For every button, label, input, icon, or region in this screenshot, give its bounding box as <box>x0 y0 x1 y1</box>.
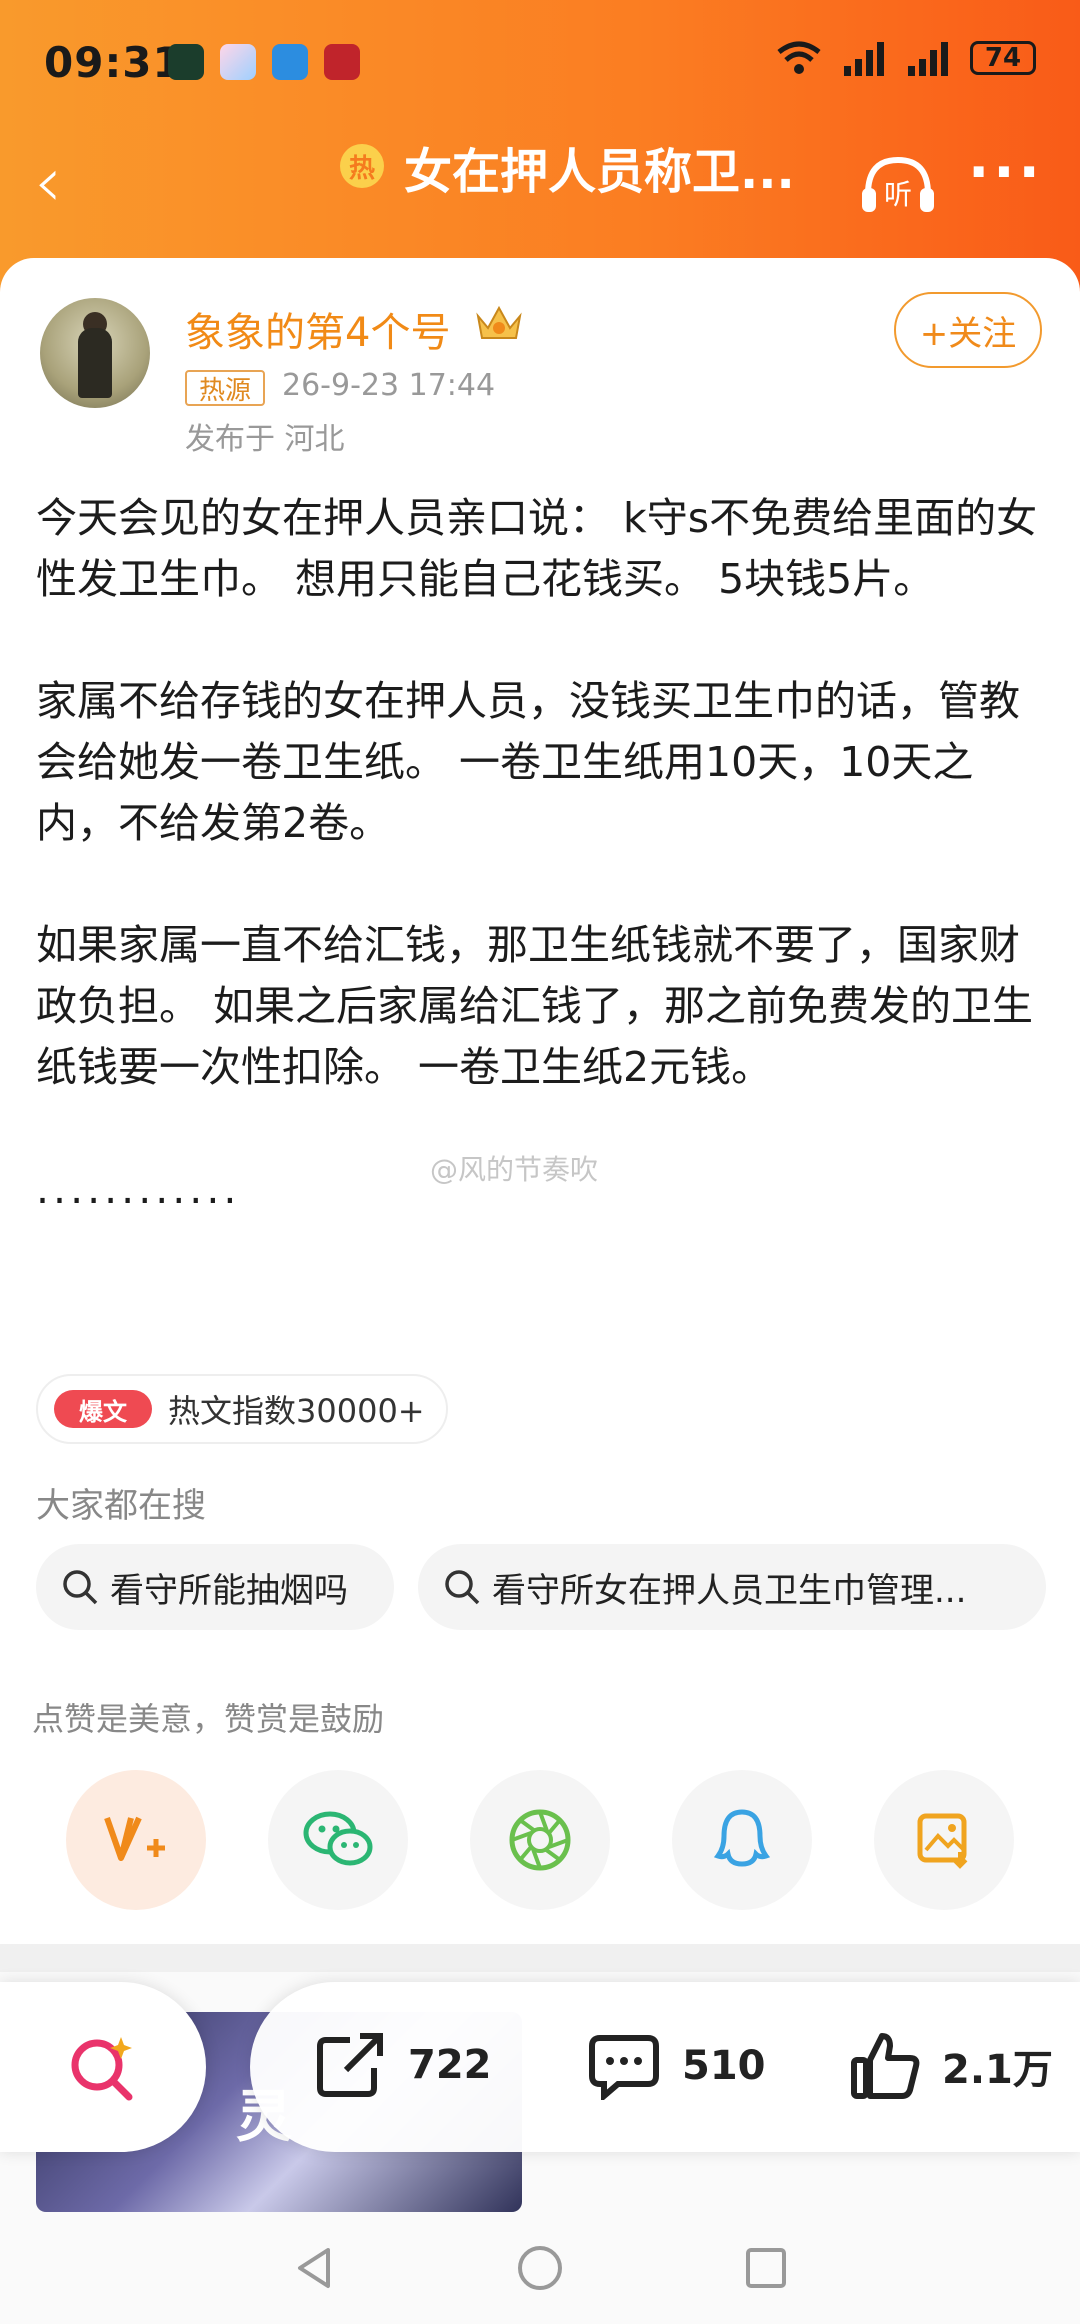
search-icon <box>445 1570 480 1605</box>
status-icons: 74 <box>774 38 1036 78</box>
ai-search-button[interactable] <box>0 1982 206 2152</box>
app-notification-icon <box>324 44 360 80</box>
search-chip-label: 看守所能抽烟吗 <box>110 1570 348 1611</box>
nav-back-icon[interactable] <box>290 2244 338 2292</box>
system-nav-bar <box>0 2212 1080 2324</box>
wechat-share-button[interactable] <box>268 1770 408 1910</box>
listen-label: 听 <box>884 178 912 211</box>
app-notification-icon <box>220 44 256 80</box>
moments-share-button[interactable] <box>470 1770 610 1910</box>
save-image-button[interactable] <box>874 1770 1014 1910</box>
page-title: 女在押人员称卫... <box>404 144 795 200</box>
comment-button[interactable]: 510 <box>588 2032 766 2100</box>
tip-button[interactable] <box>66 1770 206 1910</box>
signal-icon <box>908 42 948 76</box>
avatar-figure <box>78 328 112 398</box>
status-bar: 09:31 74 <box>0 28 1080 98</box>
thumbs-up-icon <box>851 2033 920 2099</box>
nav-recents-icon[interactable] <box>742 2244 790 2292</box>
qq-icon <box>714 1809 770 1867</box>
search-icon <box>63 1570 98 1605</box>
more-icon[interactable]: ··· <box>968 140 1044 205</box>
search-section-label: 大家都在搜 <box>36 1486 206 1526</box>
moments-icon <box>509 1809 571 1871</box>
wechat-icon <box>303 1811 373 1866</box>
like-count: 2.1万 <box>942 2047 1053 2093</box>
wifi-icon <box>777 41 821 74</box>
bottom-action-bar: 722 510 2.1万 <box>0 1982 1080 2152</box>
hot-article-badge: 爆文 <box>54 1390 152 1428</box>
nav-home-icon[interactable] <box>516 2244 564 2292</box>
listen-icon[interactable]: 听 <box>858 154 938 214</box>
post-body: 今天会见的女在押人员亲口说： k守s不免费给里面的女性发卫生巾。 想用只能自己花… <box>36 488 1046 1220</box>
share-row <box>0 1770 1080 1920</box>
username[interactable]: 象象的第4个号 <box>185 300 450 358</box>
post-paragraph: 家属不给存钱的女在押人员，没钱买卫生巾的话，管教会给她发一卷卫生纸。 一卷卫生纸… <box>36 677 1020 847</box>
app-notification-icon <box>272 44 308 80</box>
section-divider <box>0 1944 1080 1972</box>
post-time: 26-9-23 17:44 <box>282 368 496 403</box>
back-icon[interactable]: ‹ <box>34 147 62 217</box>
repost-icon <box>317 2033 383 2097</box>
hot-index-text: 热文指数30000+ <box>168 1392 425 1430</box>
comment-icon <box>589 2035 659 2100</box>
battery-indicator: 74 <box>970 41 1036 75</box>
repost-button[interactable]: 722 <box>316 2032 492 2098</box>
source-badge: 热源 <box>185 370 265 406</box>
ai-search-icon <box>71 2037 133 2101</box>
signal-icon <box>844 42 884 76</box>
qq-share-button[interactable] <box>672 1770 812 1910</box>
crown-icon <box>476 305 522 339</box>
post-paragraph: 如果家属一直不给汇钱，那卫生纸钱就不要了，国家财政负担。 如果之后家属给汇钱了，… <box>36 921 1034 1091</box>
repost-count: 722 <box>408 2042 492 2088</box>
top-nav: ‹ 热 女在押人员称卫... 听 ··· <box>0 120 1080 240</box>
tip-icon <box>104 1816 165 1861</box>
comment-count: 510 <box>682 2043 766 2089</box>
hot-index-tag[interactable]: 爆文 热文指数30000+ <box>36 1374 448 1444</box>
praise-text: 点赞是美意，赞赏是鼓励 <box>32 1700 385 1738</box>
post-location: 发布于 河北 <box>185 422 345 457</box>
like-button[interactable]: 2.1万 <box>850 2032 1053 2100</box>
avatar[interactable] <box>40 298 150 408</box>
search-chip[interactable]: 看守所能抽烟吗 <box>36 1544 394 1630</box>
post-card: 象象的第4个号 +关注 热源 26-9-23 17:44 发布于 河北 今天会见… <box>0 258 1080 1938</box>
hot-icon: 热 <box>340 144 384 188</box>
follow-button[interactable]: +关注 <box>894 292 1042 368</box>
search-chip[interactable]: 看守所女在押人员卫生巾管理... <box>418 1544 1046 1630</box>
app-notification-icon <box>168 44 204 80</box>
save-image-icon <box>917 1813 968 1869</box>
search-chip-label: 看守所女在押人员卫生巾管理... <box>492 1570 967 1611</box>
status-time: 09:31 <box>44 38 183 87</box>
post-paragraph: 今天会见的女在押人员亲口说： k守s不免费给里面的女性发卫生巾。 想用只能自己花… <box>36 494 1038 603</box>
watermark: @风的节奏吹 <box>430 1153 599 1186</box>
